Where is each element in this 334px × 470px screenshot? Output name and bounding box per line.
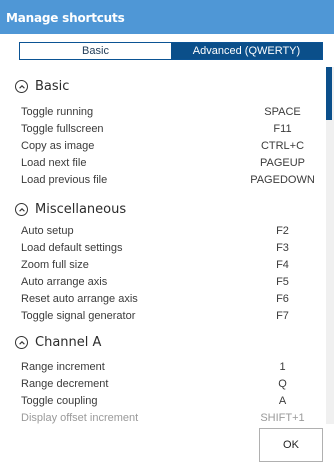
shortcut-name: Reset auto arrange axis bbox=[21, 293, 138, 305]
shortcut-row[interactable]: Toggle coupling A bbox=[21, 395, 321, 411]
section-label: Basic bbox=[35, 79, 70, 94]
shortcut-key: PAGEDOWN bbox=[250, 174, 315, 186]
shortcut-row[interactable]: Copy as image CTRL+C bbox=[21, 140, 321, 156]
shortcut-row[interactable]: Range decrement Q bbox=[21, 378, 321, 394]
window-title: Manage shortcuts bbox=[6, 11, 125, 25]
scrollbar-thumb[interactable] bbox=[326, 67, 332, 120]
shortcut-name: Display offset increment bbox=[21, 412, 139, 424]
shortcut-key: F4 bbox=[276, 259, 289, 271]
shortcut-key: F5 bbox=[276, 276, 289, 288]
scrollbar-track[interactable] bbox=[326, 67, 334, 424]
shortcut-row[interactable]: Toggle signal generator F7 bbox=[21, 310, 321, 326]
shortcut-key: F6 bbox=[276, 293, 289, 305]
ok-button[interactable]: OK bbox=[259, 428, 323, 462]
shortcut-name: Copy as image bbox=[21, 140, 95, 152]
shortcut-key: PAGEUP bbox=[259, 157, 306, 169]
shortcut-key: F11 bbox=[273, 123, 292, 135]
tab-basic[interactable]: Basic bbox=[20, 43, 171, 59]
shortcut-key: F2 bbox=[276, 225, 289, 237]
shortcut-key: SPACE bbox=[264, 106, 301, 118]
shortcut-row[interactable]: Display offset increment SHIFT+1 bbox=[21, 412, 321, 428]
shortcut-name: Range increment bbox=[21, 361, 105, 373]
shortcut-name: Toggle running bbox=[21, 106, 94, 118]
section-header-miscellaneous[interactable]: Miscellaneous bbox=[15, 202, 126, 217]
shortcut-row[interactable]: Range increment 1 bbox=[21, 361, 321, 377]
shortcut-name: Load previous file bbox=[21, 174, 108, 186]
chevron-up-circle-icon[interactable] bbox=[15, 203, 28, 216]
shortcut-name: Auto arrange axis bbox=[21, 276, 108, 288]
shortcut-row[interactable]: Toggle running SPACE bbox=[21, 106, 321, 122]
shortcut-row[interactable]: Zoom full size F4 bbox=[21, 259, 321, 275]
shortcut-key: CTRL+C bbox=[260, 140, 305, 152]
shortcut-row[interactable]: Auto arrange axis F5 bbox=[21, 276, 321, 292]
section-label: Miscellaneous bbox=[35, 202, 127, 217]
shortcut-row[interactable]: Load default settings F3 bbox=[21, 242, 321, 258]
shortcut-row[interactable]: Load previous file PAGEDOWN bbox=[21, 174, 321, 190]
shortcut-row[interactable]: Toggle fullscreen F11 bbox=[21, 123, 321, 139]
tab-strip: Basic Advanced (QWERTY) bbox=[19, 42, 323, 60]
shortcut-row[interactable]: Reset auto arrange axis F6 bbox=[21, 293, 321, 309]
shortcut-key: Q bbox=[278, 378, 287, 390]
section-header-basic[interactable]: Basic bbox=[15, 79, 69, 94]
section-header-channel-a[interactable]: Channel A bbox=[15, 335, 101, 350]
shortcut-key: 1 bbox=[279, 361, 286, 373]
shortcut-key: A bbox=[278, 395, 287, 407]
shortcut-name: Load default settings bbox=[21, 242, 123, 254]
section-label: Channel A bbox=[35, 335, 102, 350]
shortcut-name: Range decrement bbox=[21, 378, 109, 390]
title-bar: Manage shortcuts bbox=[0, 0, 334, 34]
shortcut-name: Toggle signal generator bbox=[21, 310, 136, 322]
shortcut-key: F7 bbox=[276, 310, 289, 322]
shortcut-name: Load next file bbox=[21, 157, 87, 169]
tab-advanced-qwerty[interactable]: Advanced (QWERTY) bbox=[171, 43, 322, 59]
shortcut-row[interactable]: Auto setup F2 bbox=[21, 225, 321, 241]
shortcut-name: Auto setup bbox=[21, 225, 74, 237]
chevron-up-circle-icon[interactable] bbox=[15, 80, 28, 93]
chevron-up-circle-icon[interactable] bbox=[15, 336, 28, 349]
shortcut-name: Toggle coupling bbox=[21, 395, 98, 407]
shortcut-name: Zoom full size bbox=[21, 259, 89, 271]
shortcut-key: SHIFT+1 bbox=[260, 412, 305, 424]
shortcut-key: F3 bbox=[276, 242, 289, 254]
shortcut-name: Toggle fullscreen bbox=[21, 123, 104, 135]
shortcut-row[interactable]: Load next file PAGEUP bbox=[21, 157, 321, 173]
